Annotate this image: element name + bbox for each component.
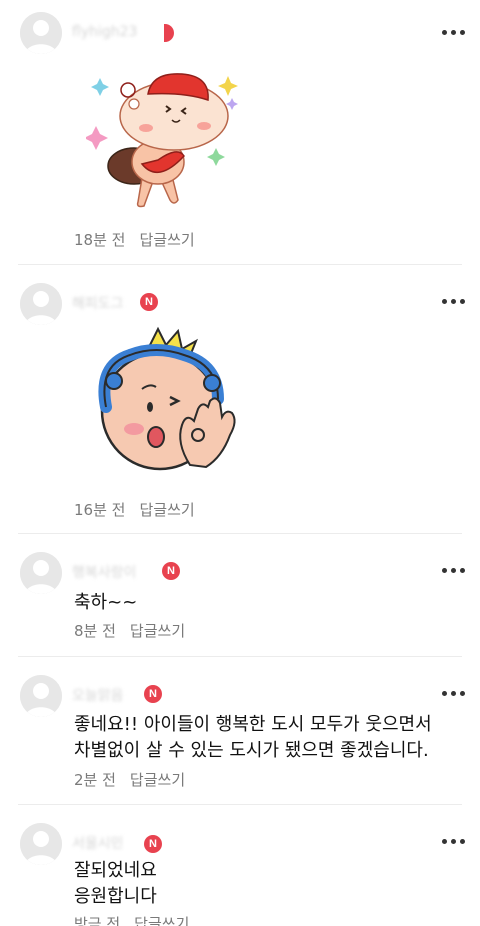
- more-dots-icon[interactable]: [442, 295, 466, 307]
- comment-text: 응원합니다: [74, 886, 157, 907]
- comment-time: 2분 전: [74, 771, 116, 789]
- comment-time: 16분 전: [74, 501, 126, 519]
- nickname[interactable]: 서울시민: [72, 833, 124, 853]
- avatar[interactable]: [20, 823, 62, 865]
- avatar[interactable]: [20, 12, 62, 54]
- reply-button[interactable]: 답글쓰기: [130, 771, 185, 789]
- default-avatar-icon: [20, 283, 62, 325]
- avatar[interactable]: [20, 283, 62, 325]
- reply-button[interactable]: 답글쓰기: [139, 231, 194, 249]
- n-badge-icon: N: [144, 685, 162, 703]
- partial-badge-icon: [164, 24, 174, 42]
- avatar[interactable]: [20, 552, 62, 594]
- comment-item: 해피도그 N 16분 전 답글쓰기: [0, 265, 480, 533]
- comment-text: 좋네요!! 아이들이 행복한 도시 모두가 웃으면서: [74, 714, 432, 735]
- nickname[interactable]: 오늘맑음: [72, 685, 124, 705]
- comment-time: 방금 전: [74, 915, 121, 926]
- comment-text: 차별없이 살 수 있는 도시가 됐으면 좋겠습니다.: [74, 740, 429, 761]
- default-avatar-icon: [20, 552, 62, 594]
- comment-time: 18분 전: [74, 231, 126, 249]
- comment-text: 축하~~: [74, 592, 138, 613]
- comment-meta: 18분 전 답글쓰기: [74, 229, 195, 250]
- comment-meta: 방금 전 답글쓰기: [74, 913, 189, 926]
- reply-button[interactable]: 답글쓰기: [134, 915, 189, 926]
- default-avatar-icon: [20, 675, 62, 717]
- reply-button[interactable]: 답글쓰기: [139, 501, 194, 519]
- comment-meta: 16분 전 답글쓰기: [74, 499, 195, 520]
- avatar[interactable]: [20, 675, 62, 717]
- more-dots-icon[interactable]: [442, 687, 466, 699]
- hamster-sticker: [86, 73, 238, 208]
- n-badge-icon: N: [162, 562, 180, 580]
- nickname[interactable]: flyhigh23: [72, 24, 137, 40]
- comment-item: flyhigh23 18분 전 답글쓰기: [0, 0, 480, 262]
- comment-meta: 2분 전 답글쓰기: [74, 769, 185, 790]
- comment-item: 행복사랑이 N 축하~~ 8분 전 답글쓰기: [0, 534, 480, 656]
- more-dots-icon[interactable]: [442, 564, 466, 576]
- comment-time: 8분 전: [74, 622, 116, 640]
- reply-button[interactable]: 답글쓰기: [130, 622, 185, 640]
- comment-text: 잘되었네요: [74, 860, 157, 881]
- comment-meta: 8분 전 답글쓰기: [74, 620, 185, 641]
- more-dots-icon[interactable]: [442, 26, 466, 38]
- default-avatar-icon: [20, 12, 62, 54]
- comment-item: 오늘맑음 N 좋네요!! 아이들이 행복한 도시 모두가 웃으면서 차별없이 살…: [0, 657, 480, 803]
- default-avatar-icon: [20, 823, 62, 865]
- n-badge-icon: N: [140, 293, 158, 311]
- nickname[interactable]: 해피도그: [72, 293, 124, 313]
- n-badge-icon: N: [144, 835, 162, 853]
- nickname[interactable]: 행복사랑이: [72, 562, 136, 582]
- comment-item: 서울시민 N 잘되었네요 응원합니다 방금 전 답글쓰기: [0, 805, 480, 926]
- more-dots-icon[interactable]: [442, 835, 466, 847]
- baby-ok-sticker: [98, 326, 236, 471]
